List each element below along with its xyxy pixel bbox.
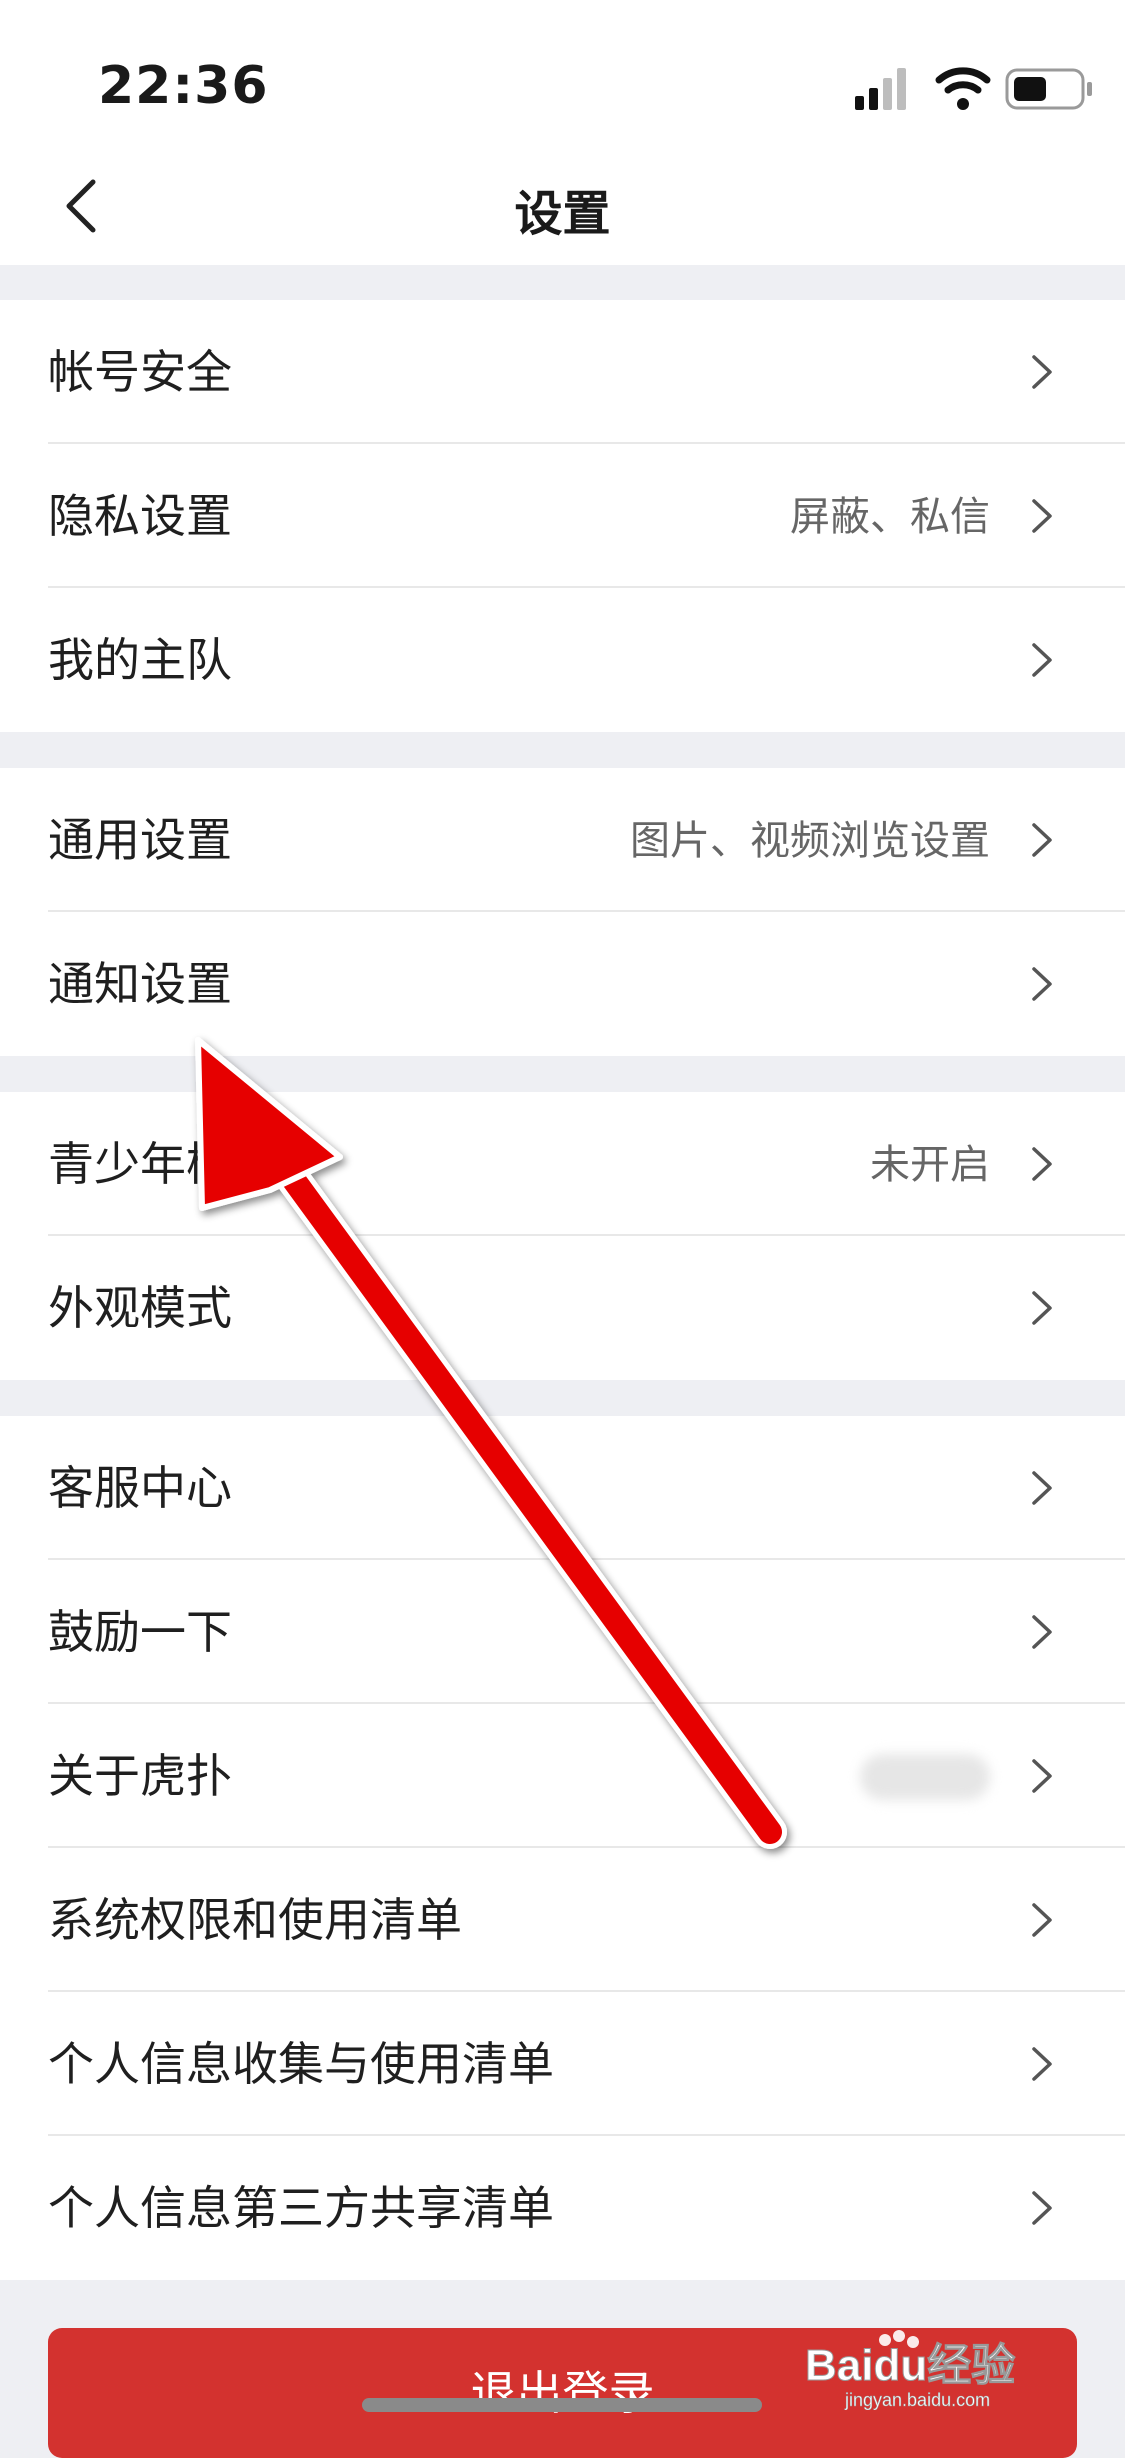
row-personal-info-collection[interactable]: 个人信息收集与使用清单 xyxy=(0,1992,1125,2136)
chevron-right-icon xyxy=(1032,1471,1052,1505)
status-time: 22:36 xyxy=(98,56,269,116)
row-label: 鼓励一下 xyxy=(48,1605,232,1659)
row-label: 通知设置 xyxy=(48,957,232,1011)
row-label: 系统权限和使用清单 xyxy=(48,1893,462,1947)
chevron-right-icon xyxy=(1032,2047,1052,2081)
row-about[interactable]: 关于虎扑 xyxy=(0,1704,1125,1848)
row-general-settings[interactable]: 通用设置 图片、视频浏览设置 xyxy=(0,768,1125,912)
watermark-subtext: jingyan.baidu.com xyxy=(844,2390,990,2410)
wifi-icon xyxy=(935,67,991,110)
row-notification-settings[interactable]: 通知设置 xyxy=(0,912,1125,1056)
row-teen-mode[interactable]: 青少年模 未开启 xyxy=(0,1092,1125,1236)
baidu-jingyan-watermark: Baidu经验 jingyan.baidu.com xyxy=(805,2330,1016,2410)
row-label: 客服中心 xyxy=(48,1461,232,1515)
status-icons xyxy=(855,67,1092,110)
row-system-permissions[interactable]: 系统权限和使用清单 xyxy=(0,1848,1125,1992)
row-label: 关于虎扑 xyxy=(48,1749,232,1803)
chevron-right-icon xyxy=(1032,1291,1052,1325)
page-title: 设置 xyxy=(514,186,611,242)
watermark-text: Baidu经验 xyxy=(805,2341,1015,2390)
row-label: 青少年模 xyxy=(48,1137,232,1191)
nav-bar: 设置 xyxy=(0,150,1125,265)
chevron-right-icon xyxy=(1032,355,1052,389)
row-label: 个人信息第三方共享清单 xyxy=(48,2181,554,2235)
chevron-right-icon xyxy=(1032,1615,1052,1649)
row-third-party-sharing[interactable]: 个人信息第三方共享清单 xyxy=(0,2136,1125,2280)
chevron-right-icon xyxy=(1032,823,1052,857)
row-customer-service[interactable]: 客服中心 xyxy=(0,1416,1125,1560)
settings-group-support: 客服中心 鼓励一下 关于虎扑 系统权限和使用清单 个人信息收集与使用清单 个人信… xyxy=(0,1416,1125,2280)
row-label: 帐号安全 xyxy=(48,345,232,399)
chevron-right-icon xyxy=(1032,643,1052,677)
row-privacy-settings[interactable]: 隐私设置 屏蔽、私信 xyxy=(0,444,1125,588)
cellular-signal-icon xyxy=(855,68,906,110)
row-label: 隐私设置 xyxy=(48,489,232,543)
row-label: 我的主队 xyxy=(48,633,232,687)
row-appearance-mode[interactable]: 外观模式 xyxy=(0,1236,1125,1380)
row-my-home-team[interactable]: 我的主队 xyxy=(0,588,1125,732)
settings-group-account: 帐号安全 隐私设置 屏蔽、私信 我的主队 xyxy=(0,300,1125,732)
row-account-security[interactable]: 帐号安全 xyxy=(0,300,1125,444)
row-label: 个人信息收集与使用清单 xyxy=(48,2037,554,2091)
chevron-right-icon xyxy=(1032,1759,1052,1793)
chevron-right-icon xyxy=(1032,1147,1052,1181)
status-bar: 22:36 xyxy=(0,0,1125,150)
row-label: 外观模式 xyxy=(48,1281,232,1335)
row-value: 未开启 xyxy=(870,1142,990,1188)
row-value: 图片、视频浏览设置 xyxy=(630,818,990,864)
settings-group-mode: 青少年模 未开启 外观模式 xyxy=(0,1092,1125,1380)
row-value: 屏蔽、私信 xyxy=(790,494,990,540)
home-indicator[interactable] xyxy=(362,2398,762,2412)
row-label: 通用设置 xyxy=(48,813,232,867)
version-value-blurred xyxy=(860,1754,990,1800)
settings-group-general: 通用设置 图片、视频浏览设置 通知设置 xyxy=(0,768,1125,1056)
row-encourage[interactable]: 鼓励一下 xyxy=(0,1560,1125,1704)
chevron-right-icon xyxy=(1032,2191,1052,2225)
battery-icon xyxy=(1005,68,1092,110)
chevron-right-icon xyxy=(1032,967,1052,1001)
chevron-right-icon xyxy=(1032,499,1052,533)
chevron-right-icon xyxy=(1032,1903,1052,1937)
